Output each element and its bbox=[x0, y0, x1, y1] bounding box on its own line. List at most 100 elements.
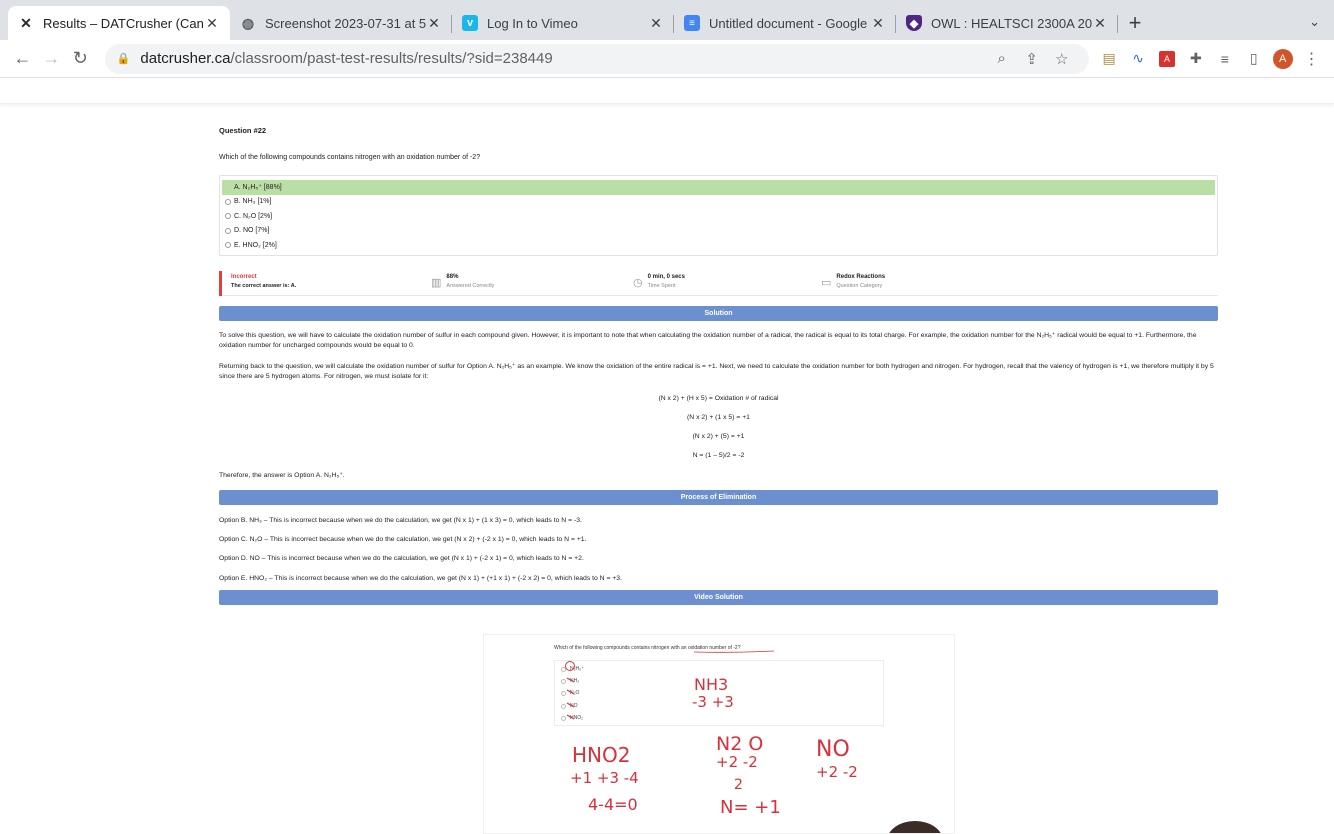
solution-paragraph-1: To solve this question, we will have to … bbox=[219, 331, 1197, 350]
option-label: D. NO [7%] bbox=[234, 227, 270, 235]
tab-title: Untitled document - Google Do bbox=[709, 15, 870, 31]
category-text: Redox Reactions Question Category bbox=[836, 274, 885, 289]
result-stats: Incorrect The correct answer is: A. ▥ 88… bbox=[219, 270, 1218, 296]
elimination-item: Option C. N₂O – This is incorrect becaus… bbox=[219, 536, 587, 543]
video-solution-banner: Video Solution bbox=[219, 590, 1218, 605]
percent-text: 88% Answered Correctly bbox=[446, 274, 494, 289]
extension-wave-icon[interactable]: ∿ bbox=[1124, 44, 1153, 74]
url-host: datcrusher.ca bbox=[140, 50, 231, 67]
option-label: B. NH₃ [1%] bbox=[234, 198, 272, 206]
tab-vimeo[interactable]: v Log In to Vimeo ✕ bbox=[452, 6, 674, 40]
solution-conclusion: Therefore, the answer is Option A. N₂H₅⁺… bbox=[219, 471, 345, 479]
question-text: Which of the following compounds contain… bbox=[219, 154, 481, 161]
option-label: E. HNO₂ [2%] bbox=[234, 241, 277, 249]
handwritten-nh3-values: -3 +3 bbox=[692, 693, 734, 711]
result-title: Incorrect bbox=[231, 273, 257, 280]
incorrect-indicator bbox=[219, 270, 222, 296]
tab-title: OWL : HEALTSCI 2300A 200 S bbox=[931, 15, 1092, 31]
tab-strip: ✕ Results – DATCrusher (Canadia ✕ ◍ Scre… bbox=[0, 0, 1334, 40]
option-a: A. N₂H₅⁺ [88%] bbox=[222, 180, 1215, 195]
percent-value: 88% bbox=[446, 273, 459, 280]
result-sub: The correct answer is: A. bbox=[231, 282, 297, 289]
time-value: 0 min, 0 secs bbox=[647, 273, 685, 280]
tab-google-docs[interactable]: ≡ Untitled document - Google Do ✕ bbox=[674, 6, 896, 40]
equation-4: N = (1 – 5)/2 = -2 bbox=[692, 451, 745, 459]
zoom-icon[interactable]: ⌕ bbox=[987, 50, 1017, 67]
question-results: Question #22 Which of the following comp… bbox=[219, 126, 1218, 605]
radio-icon bbox=[225, 242, 231, 249]
option-label: A. N₂H₅⁺ [88%] bbox=[234, 184, 282, 192]
result-stat: Incorrect The correct answer is: A. bbox=[231, 274, 296, 289]
elimination-banner: Process of Elimination bbox=[219, 490, 1218, 505]
calendar-icon: ▭ bbox=[821, 276, 832, 289]
browser-toolbar: ← → ↻ 🔒 datcrusher.ca /classroom/past-te… bbox=[0, 40, 1334, 78]
handwritten-n2o-values: +2 -2 bbox=[716, 753, 758, 771]
tab-owl[interactable]: ◆ OWL : HEALTSCI 2300A 200 S ✕ bbox=[896, 6, 1118, 40]
equation-1: (N x 2) + (H x 5) = Oxidation # of radic… bbox=[658, 394, 779, 402]
pdf-badge: A bbox=[1158, 50, 1175, 67]
site-header-bar bbox=[0, 78, 1334, 104]
time-text: 0 min, 0 secs Time Spent bbox=[648, 274, 685, 289]
tab-datcrusher[interactable]: ✕ Results – DATCrusher (Canadia ✕ bbox=[8, 6, 230, 40]
tab-title: Log In to Vimeo bbox=[487, 15, 578, 31]
time-stat: ◷ 0 min, 0 secs Time Spent bbox=[633, 274, 685, 289]
owl-icon: ◆ bbox=[906, 15, 922, 31]
category-value: Redox Reactions bbox=[836, 273, 886, 280]
handwritten-hno2-sum: 4-4=0 bbox=[588, 795, 638, 814]
datcrusher-icon: ✕ bbox=[20, 14, 32, 31]
handwritten-hno2-values: +1 +3 -4 bbox=[570, 769, 639, 787]
solution-banner: Solution bbox=[219, 305, 1218, 321]
close-tab-icon[interactable]: ✕ bbox=[648, 15, 664, 31]
elimination-item: Option E. HNO₂ – This is incorrect becau… bbox=[219, 575, 622, 582]
question-number: Question #22 bbox=[219, 126, 267, 135]
percent-stat: ▥ 88% Answered Correctly bbox=[431, 274, 494, 289]
tab-title: Results – DATCrusher (Canadia bbox=[43, 15, 204, 31]
elimination-item: Option D. NO – This is incorrect because… bbox=[219, 555, 584, 562]
side-panel-icon[interactable]: ▯ bbox=[1239, 44, 1268, 74]
chevron-down-icon[interactable]: ⌄ bbox=[1309, 14, 1320, 30]
handwritten-hno2: HNO2 bbox=[572, 743, 631, 767]
globe-icon: ◍ bbox=[241, 14, 255, 31]
category-stat: ▭ Redox Reactions Question Category bbox=[821, 274, 885, 289]
presenter-webcam bbox=[887, 821, 943, 833]
handwritten-no: NO bbox=[816, 737, 850, 762]
new-tab-button[interactable]: + bbox=[1118, 6, 1152, 40]
extension-pdf-icon[interactable]: A bbox=[1153, 44, 1182, 74]
bookmark-star-icon[interactable]: ☆ bbox=[1047, 50, 1077, 68]
equation-3: (N x 2) + (5) = +1 bbox=[692, 432, 745, 440]
tab-title: Screenshot 2023-07-31 at 5.0 bbox=[265, 15, 426, 31]
close-tab-icon[interactable]: ✕ bbox=[426, 15, 442, 31]
answer-options: A. N₂H₅⁺ [88%] B. NH₃ [1%] C. N₂O [2%] D… bbox=[219, 175, 1218, 256]
video-player[interactable]: Which of the following compounds contain… bbox=[483, 634, 955, 834]
back-icon[interactable]: ← bbox=[8, 44, 37, 74]
extension-notes-icon[interactable]: ▤ bbox=[1095, 44, 1124, 74]
option-e: E. HNO₂ [2%] bbox=[222, 238, 1215, 253]
close-tab-icon[interactable]: ✕ bbox=[204, 15, 220, 31]
kebab-menu-icon[interactable]: ⋮ bbox=[1297, 44, 1326, 74]
address-bar[interactable]: 🔒 datcrusher.ca /classroom/past-test-res… bbox=[104, 43, 1089, 74]
tab-screenshot[interactable]: ◍ Screenshot 2023-07-31 at 5.0 ✕ bbox=[230, 6, 452, 40]
share-icon[interactable]: ⇪ bbox=[1017, 50, 1047, 68]
option-label: C. N₂O [2%] bbox=[234, 212, 273, 220]
vimeo-icon: v bbox=[462, 15, 478, 31]
elimination-item: Option B. NH₃ – This is incorrect becaus… bbox=[219, 517, 582, 524]
option-b: B. NH₃ [1%] bbox=[222, 195, 1215, 210]
equation-2: (N x 2) + (1 x 5) = +1 bbox=[687, 413, 750, 421]
radio-icon bbox=[225, 198, 231, 205]
close-tab-icon[interactable]: ✕ bbox=[1092, 15, 1108, 31]
time-label: Time Spent bbox=[647, 282, 676, 289]
reload-icon[interactable]: ↻ bbox=[66, 44, 95, 74]
percent-label: Answered Correctly bbox=[446, 282, 495, 289]
extensions-puzzle-icon[interactable]: ✚ bbox=[1181, 44, 1210, 74]
forward-icon[interactable]: → bbox=[37, 44, 66, 74]
handwritten-n2o-result: N= +1 bbox=[720, 797, 781, 818]
profile-button[interactable]: A bbox=[1268, 44, 1297, 74]
avatar: A bbox=[1272, 48, 1293, 69]
handwritten-n2o-divisor: 2 bbox=[734, 777, 743, 793]
radio-icon bbox=[225, 213, 231, 220]
solution-paragraph-2: Returning back to the question, we will … bbox=[219, 362, 1214, 381]
close-tab-icon[interactable]: ✕ bbox=[870, 15, 886, 31]
lock-icon: 🔒 bbox=[116, 53, 131, 65]
url-path: /classroom/past-test-results/results/?si… bbox=[230, 50, 553, 67]
media-queue-icon[interactable]: ≡ bbox=[1210, 44, 1239, 74]
